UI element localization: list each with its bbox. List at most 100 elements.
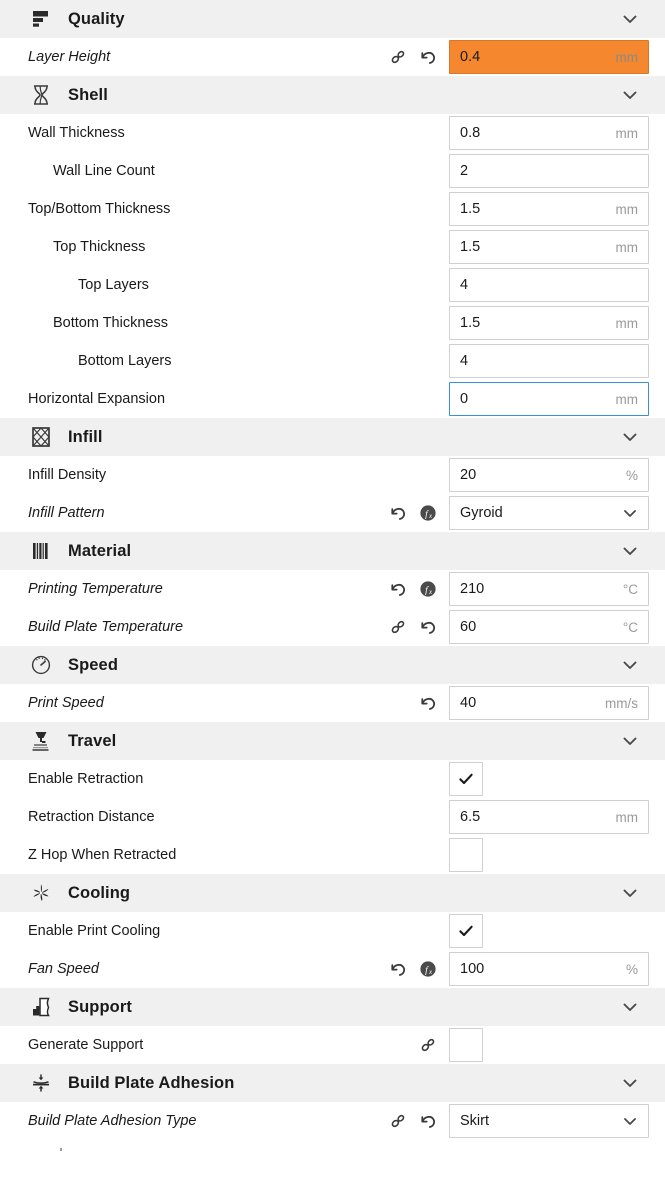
setting-input[interactable]: 0.8 mm	[449, 116, 649, 150]
setting-label: Printing Temperature	[28, 581, 163, 597]
quality-bars-icon	[28, 6, 54, 32]
icon-slot-empty	[383, 273, 413, 297]
setting-value: 40	[460, 695, 477, 711]
revert-icon[interactable]	[413, 45, 443, 69]
setting-input[interactable]: 60 °C	[449, 610, 649, 644]
category-label: Speed	[68, 655, 119, 674]
setting-unit: mm	[615, 809, 639, 825]
setting-checkbox[interactable]	[449, 1028, 483, 1062]
icon-slot-empty	[383, 387, 413, 411]
setting-dropdown[interactable]: Skirt	[449, 1104, 649, 1138]
setting-input[interactable]: 1.5 mm	[449, 306, 649, 340]
chevron-down-icon[interactable]	[619, 8, 641, 30]
category-header-infill[interactable]: Infill	[0, 418, 665, 456]
setting-input[interactable]: 4	[449, 268, 649, 302]
category-label: Infill	[68, 427, 103, 446]
category-header-material[interactable]: Material	[0, 532, 665, 570]
setting-dropdown[interactable]: Gyroid	[449, 496, 649, 530]
icon-slot-empty	[383, 121, 413, 145]
chevron-down-icon[interactable]	[619, 84, 641, 106]
setting-input[interactable]: 1.5 mm	[449, 230, 649, 264]
chevron-down-icon[interactable]	[620, 503, 640, 523]
support-structure-icon	[28, 994, 54, 1020]
category-label: Shell	[68, 85, 108, 104]
category-header-travel[interactable]: Travel	[0, 722, 665, 760]
setting-unit: mm	[615, 49, 639, 65]
category-header-build-plate-adhesion[interactable]: Build Plate Adhesion	[0, 1064, 665, 1102]
icon-slot-empty	[413, 159, 443, 183]
setting-row: Horizontal Expansion 0 mm	[0, 380, 665, 418]
setting-row: Z Hop When Retracted	[0, 836, 665, 874]
setting-value: 0.4	[460, 49, 481, 65]
setting-input[interactable]: 6.5 mm	[449, 800, 649, 834]
setting-label: Top/Bottom Thickness	[28, 201, 171, 217]
formula-fx-icon[interactable]: fx	[413, 501, 443, 525]
setting-row: Top Layers 4	[0, 266, 665, 304]
setting-unit: mm/s	[605, 695, 638, 711]
setting-value: 20	[460, 467, 477, 483]
setting-input[interactable]: 210 °C	[449, 572, 649, 606]
setting-input[interactable]: 40 mm/s	[449, 686, 649, 720]
category-label: Travel	[68, 731, 117, 750]
formula-fx-icon[interactable]: fx	[413, 957, 443, 981]
setting-input[interactable]: 0.4 mm	[449, 40, 649, 74]
chevron-down-icon[interactable]	[619, 1072, 641, 1094]
setting-input[interactable]: 1.5 mm	[449, 192, 649, 226]
chevron-down-icon[interactable]	[619, 730, 641, 752]
revert-icon[interactable]	[413, 1109, 443, 1133]
setting-row: Bottom Thickness 1.5 mm	[0, 304, 665, 342]
icon-slot-empty	[383, 349, 413, 373]
icon-slot-empty	[413, 387, 443, 411]
setting-label: Wall Line Count	[53, 163, 155, 179]
setting-checkbox[interactable]	[449, 914, 483, 948]
link-icon[interactable]	[383, 45, 413, 69]
setting-input[interactable]: 20%	[449, 458, 649, 492]
category-header-cooling[interactable]: Cooling	[0, 874, 665, 912]
link-icon[interactable]	[383, 1109, 413, 1133]
setting-value: 1.5	[460, 239, 481, 255]
revert-icon[interactable]	[383, 577, 413, 601]
setting-input[interactable]: 100%	[449, 952, 649, 986]
chevron-down-icon[interactable]	[619, 996, 641, 1018]
chevron-down-icon[interactable]	[620, 1111, 640, 1131]
setting-row: Enable Print Cooling	[0, 912, 665, 950]
category-header-support[interactable]: Support	[0, 988, 665, 1026]
link-icon[interactable]	[383, 615, 413, 639]
chevron-down-icon[interactable]	[619, 540, 641, 562]
revert-icon[interactable]	[383, 501, 413, 525]
icon-slot-empty	[383, 805, 413, 829]
print-settings-panel: Quality Layer Height 0.4 mm Shell Wall Thickn…	[0, 0, 665, 1182]
setting-value: 60	[460, 619, 477, 635]
category-header-shell[interactable]: Shell	[0, 76, 665, 114]
revert-icon[interactable]	[413, 691, 443, 715]
setting-checkbox[interactable]	[449, 762, 483, 796]
checkmark-icon	[457, 922, 475, 940]
revert-icon[interactable]	[383, 957, 413, 981]
setting-label: Enable Print Cooling	[28, 923, 161, 939]
setting-checkbox[interactable]	[449, 838, 483, 872]
material-filament-icon	[28, 538, 54, 564]
category-label: Cooling	[68, 883, 131, 902]
setting-value: 1.5	[460, 315, 481, 331]
chevron-down-icon[interactable]	[619, 882, 641, 904]
link-icon[interactable]	[413, 1033, 443, 1057]
formula-fx-icon[interactable]: fx	[413, 577, 443, 601]
chevron-down-icon[interactable]	[619, 426, 641, 448]
revert-icon[interactable]	[413, 615, 443, 639]
setting-label: Top Thickness	[53, 239, 146, 255]
category-header-quality[interactable]: Quality	[0, 0, 665, 38]
setting-input[interactable]: 4	[449, 344, 649, 378]
setting-row: Printing Temperature f x 210 °C	[0, 570, 665, 608]
setting-input[interactable]: 0 mm	[449, 382, 649, 416]
setting-unit: mm	[615, 201, 639, 217]
setting-value: 100	[460, 961, 485, 977]
icon-slot-empty	[413, 235, 443, 259]
setting-unit: °C	[622, 581, 638, 597]
category-header-speed[interactable]: Speed	[0, 646, 665, 684]
icon-slot-empty	[413, 349, 443, 373]
icon-slot-empty	[413, 197, 443, 221]
setting-label: Enable Retraction	[28, 771, 144, 787]
icon-slot-empty	[383, 1033, 413, 1057]
setting-input[interactable]: 2	[449, 154, 649, 188]
chevron-down-icon[interactable]	[619, 654, 641, 676]
